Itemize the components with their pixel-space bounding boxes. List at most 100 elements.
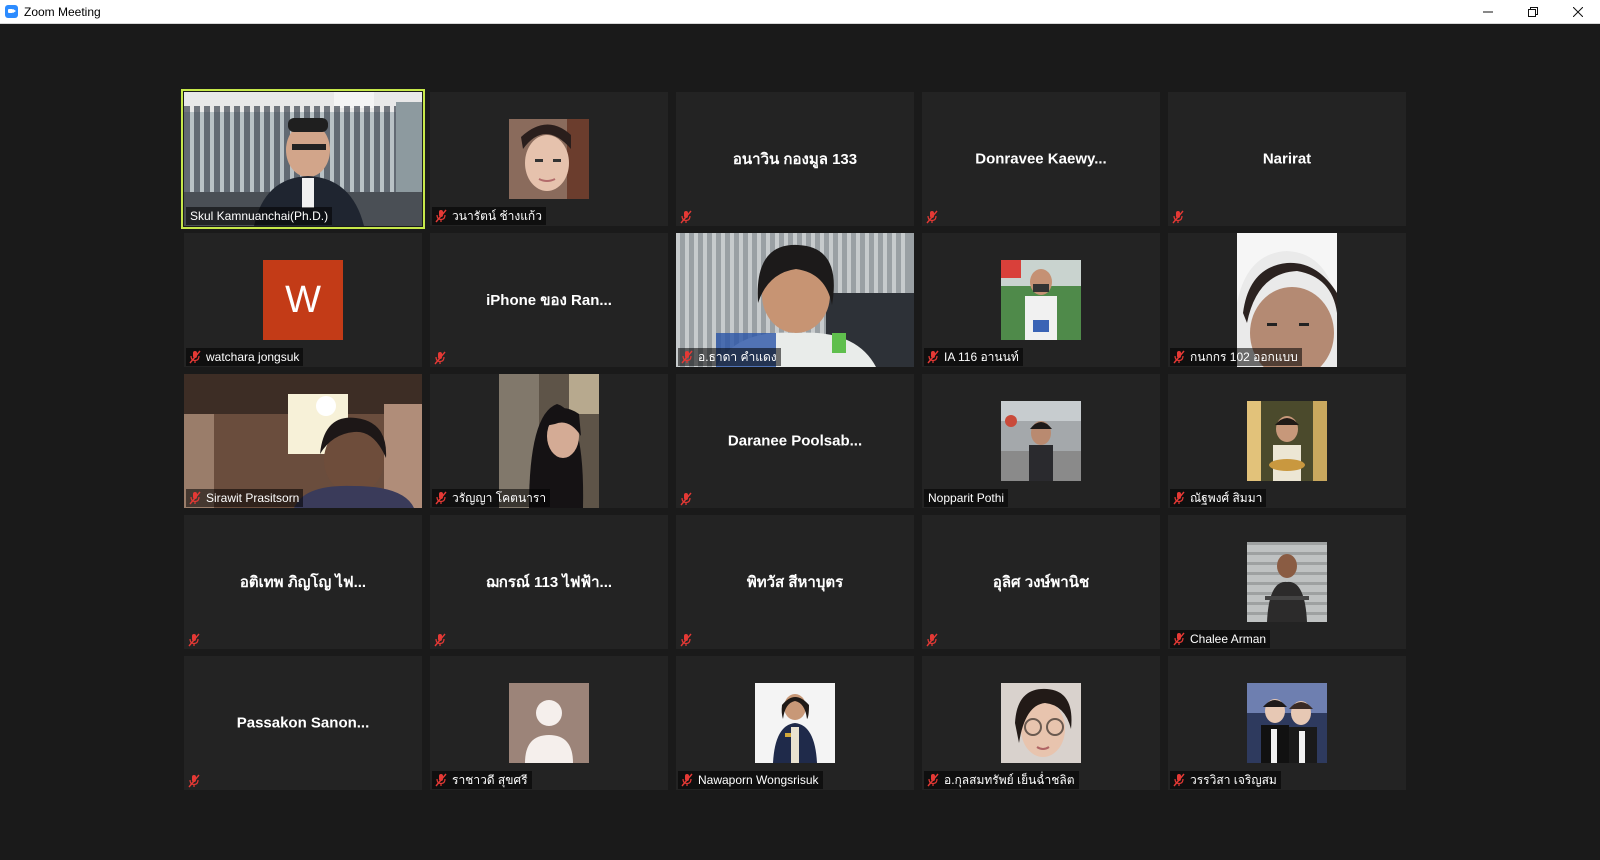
participant-name: วรรวิสา เจริญสม — [1190, 772, 1277, 787]
participant-name: อ.กุลสมทรัพย์ เย็นฉ่ำชลิต — [944, 772, 1075, 787]
participant-name-tag: Nopparit Pothi — [924, 489, 1009, 507]
muted-mic-icon — [434, 633, 446, 647]
muted-mic-icon — [680, 492, 692, 506]
muted-mic-icon — [927, 350, 939, 364]
participant-display-name: Daranee Poolsab... — [727, 432, 863, 450]
participant-tile[interactable]: อนาวิน กองมูล 133 — [676, 92, 914, 226]
muted-mic-icon — [1173, 350, 1185, 364]
participant-letter-avatar: W — [263, 260, 343, 340]
participant-name: Chalee Arman — [1190, 632, 1267, 646]
close-button[interactable] — [1555, 0, 1600, 23]
participant-tile[interactable]: อ.ธาดา คำแดง — [676, 233, 914, 367]
participant-name-tag: วรัญญา โคตนารา — [432, 489, 551, 507]
participant-tile[interactable]: Donravee Kaewy... — [922, 92, 1160, 226]
participant-tile[interactable]: Skul Kamnuanchai(Ph.D.) — [181, 89, 425, 229]
participant-tile[interactable]: Narirat — [1168, 92, 1406, 226]
participant-tile[interactable]: Chalee Arman — [1168, 515, 1406, 649]
muted-mic-icon — [434, 351, 446, 365]
restore-button[interactable] — [1510, 0, 1555, 23]
muted-mic-icon — [1173, 632, 1185, 646]
participant-tile[interactable]: กนกกร 102 ออกแบบ — [1168, 233, 1406, 367]
participant-name: วนารัตน์ ช้างแก้ว — [452, 208, 542, 223]
participant-name-tag: ราชาวดี สุขศรี — [432, 771, 532, 789]
participant-avatar — [1001, 260, 1081, 340]
participant-tile[interactable]: ฌกรณ์ 113 ไฟฟ้า... — [430, 515, 668, 649]
muted-mic-icon — [680, 633, 692, 647]
participant-name-tag: Chalee Arman — [1170, 630, 1271, 648]
participant-display-name: อุลิศ วงษ์พานิช — [992, 574, 1090, 591]
participant-display-name: iPhone ของ Ran... — [486, 292, 612, 309]
participant-tile[interactable]: ราชาวดี สุขศรี — [430, 656, 668, 790]
participant-tile[interactable]: วรัญญา โคตนารา — [430, 374, 668, 508]
participant-avatar — [755, 683, 835, 763]
muted-mic-icon — [927, 773, 939, 787]
minimize-button[interactable] — [1465, 0, 1510, 23]
window-title: Zoom Meeting — [24, 4, 101, 19]
muted-mic-icon — [188, 774, 200, 788]
participant-avatar — [1001, 401, 1081, 481]
participant-avatar — [509, 119, 589, 199]
participant-display-name: พิทวัส สีหาบุตร — [746, 574, 844, 591]
participant-tile[interactable]: iPhone ของ Ran... — [430, 233, 668, 367]
participant-name-tag: ณัฐพงศ์ สิมมา — [1170, 489, 1267, 507]
participant-display-name: Donravee Kaewy... — [975, 150, 1107, 168]
participant-name: IA 116 อานนท์ — [944, 349, 1019, 364]
participant-display-name: Narirat — [1262, 150, 1312, 168]
participant-tile[interactable]: วนารัตน์ ช้างแก้ว — [430, 92, 668, 226]
participant-tile[interactable]: Nawaporn Wongsrisuk — [676, 656, 914, 790]
participant-name-tag: กนกกร 102 ออกแบบ — [1170, 348, 1302, 366]
meeting-stage: Skul Kamnuanchai(Ph.D.) วนารัตน์ ช้างแก้ว… — [0, 24, 1600, 860]
participant-tile[interactable]: IA 116 อานนท์ — [922, 233, 1160, 367]
participant-tile[interactable]: อติเทพ ภิญโญ ไฟ... — [184, 515, 422, 649]
participant-tile[interactable]: Wwatchara jongsuk — [184, 233, 422, 367]
muted-mic-icon — [681, 773, 693, 787]
participant-display-name: อนาวิน กองมูล 133 — [732, 151, 858, 168]
participant-tile[interactable]: Daranee Poolsab... — [676, 374, 914, 508]
participant-name-tag: IA 116 อานนท์ — [924, 348, 1023, 366]
participant-avatar — [1247, 401, 1327, 481]
muted-mic-icon — [926, 210, 938, 224]
muted-mic-icon — [189, 350, 201, 364]
participant-name-tag: Sirawit Prasitsorn — [186, 489, 304, 507]
minimize-icon — [1482, 11, 1493, 12]
participant-display-name: ฌกรณ์ 113 ไฟฟ้า... — [485, 574, 613, 591]
muted-mic-icon — [680, 210, 692, 224]
participant-name: Nopparit Pothi — [928, 491, 1005, 505]
participant-avatar — [1001, 683, 1081, 763]
participant-display-name: Passakon Sanon... — [236, 714, 370, 732]
participant-video — [184, 374, 422, 508]
participant-avatar — [1247, 683, 1327, 763]
participant-tile[interactable]: Nopparit Pothi — [922, 374, 1160, 508]
participant-tile[interactable]: อ.กุลสมทรัพย์ เย็นฉ่ำชลิต — [922, 656, 1160, 790]
participant-name-tag: วนารัตน์ ช้างแก้ว — [432, 207, 546, 225]
participant-tile[interactable]: อุลิศ วงษ์พานิช — [922, 515, 1160, 649]
muted-mic-icon — [435, 773, 447, 787]
participant-name: ณัฐพงศ์ สิมมา — [1190, 490, 1263, 505]
participant-name-tag: วรรวิสา เจริญสม — [1170, 771, 1281, 789]
participant-tile[interactable]: วรรวิสา เจริญสม — [1168, 656, 1406, 790]
participant-display-name: อติเทพ ภิญโญ ไฟ... — [239, 574, 367, 591]
participant-name: ราชาวดี สุขศรี — [452, 772, 528, 787]
participant-name-tag: Nawaporn Wongsrisuk — [678, 771, 823, 789]
participant-name: อ.ธาดา คำแดง — [698, 349, 777, 364]
participant-name: Skul Kamnuanchai(Ph.D.) — [190, 209, 329, 223]
participant-name: Nawaporn Wongsrisuk — [698, 773, 819, 787]
restore-icon — [1527, 6, 1538, 17]
muted-mic-icon — [681, 350, 693, 364]
participant-name: Sirawit Prasitsorn — [206, 491, 300, 505]
gallery-view: Skul Kamnuanchai(Ph.D.) วนารัตน์ ช้างแก้ว… — [181, 89, 1406, 790]
participant-avatar — [509, 683, 589, 763]
window-controls — [1465, 0, 1600, 23]
muted-mic-icon — [926, 633, 938, 647]
participant-name: กนกกร 102 ออกแบบ — [1190, 349, 1298, 364]
participant-tile[interactable]: พิทวัส สีหาบุตร — [676, 515, 914, 649]
participant-name-tag: อ.ธาดา คำแดง — [678, 348, 781, 366]
participant-tile[interactable]: Passakon Sanon... — [184, 656, 422, 790]
participant-name-tag: อ.กุลสมทรัพย์ เย็นฉ่ำชลิต — [924, 771, 1079, 789]
participant-tile[interactable]: Sirawit Prasitsorn — [184, 374, 422, 508]
participant-tile[interactable]: ณัฐพงศ์ สิมมา — [1168, 374, 1406, 508]
zoom-app-icon — [5, 5, 18, 18]
muted-mic-icon — [188, 633, 200, 647]
window-titlebar: Zoom Meeting — [0, 0, 1600, 24]
participant-avatar — [1247, 542, 1327, 622]
